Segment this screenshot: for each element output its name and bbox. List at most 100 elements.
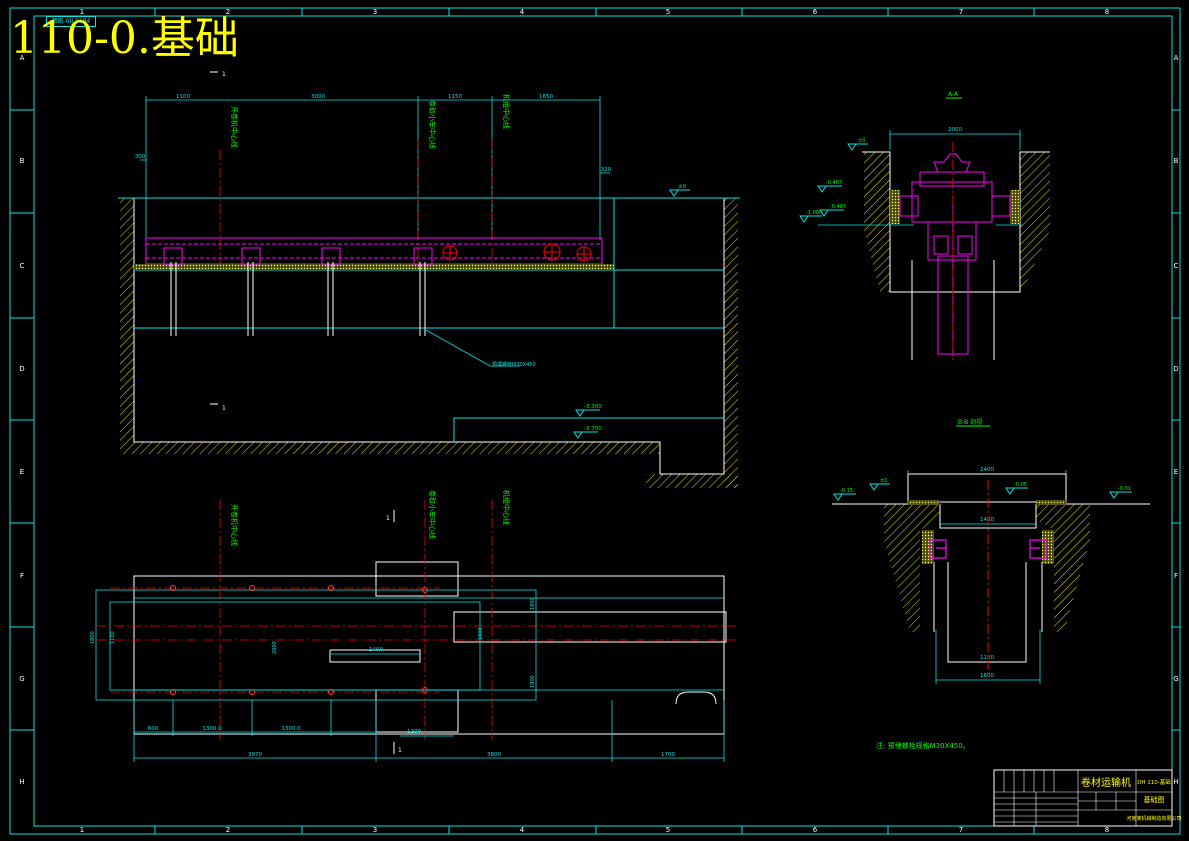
pit-hatch-step — [646, 474, 738, 488]
grid-row-right: C — [1174, 262, 1179, 270]
grid-row-left: D — [19, 365, 24, 373]
inner-frame — [33, 15, 1173, 827]
pit-hatch-left — [120, 198, 134, 442]
grid-row-left: B — [20, 157, 25, 165]
elev-low: -3.700 — [584, 426, 602, 432]
plan-dim-2: 1300.0 — [202, 726, 222, 732]
title-block: 卷材运输机 DH 110-基础 基础图 河南某机械制造有限公司 — [993, 769, 1182, 827]
drawing-title: 110-0.基础 — [10, 13, 239, 64]
bb-dim-inner-top: 1400 — [980, 517, 994, 523]
plan-view: 开卷机中心线 卷取小车中心线 机组中心线 600 1300.0 1300.0 3… — [90, 490, 736, 762]
grid-row-right: A — [1174, 54, 1179, 62]
plan-dim-inner: 1400 — [369, 647, 383, 653]
grid-col-top: 4 — [520, 8, 525, 16]
tb-company: 河南某机械制造有限公司 — [1126, 815, 1181, 822]
plan-vlabel-coil-car: 卷取小车中心线 — [428, 490, 437, 539]
plan-section-mark-top: 1 — [386, 515, 390, 522]
section-aa: A-A 2000 ±0 -0.487 -0.487 -1.000 — [799, 91, 1050, 360]
dim-top-1: 1100 — [176, 94, 190, 100]
grid-row-right: G — [1173, 675, 1178, 683]
grid-col-bottom: 8 — [1105, 826, 1109, 834]
grid-col-top: 5 — [666, 8, 670, 16]
drawing-sheet: 1 2 3 4 5 6 7 8 1 2 3 4 5 6 7 8 A B C D … — [9, 7, 1182, 835]
plan-vlabel-uncoiler: 开卷机中心线 — [230, 504, 239, 546]
dim-left: 300 — [135, 154, 146, 160]
aa-hatch-right — [1020, 152, 1050, 292]
vlabel-coil-car: 卷取小车中心线 — [428, 100, 437, 149]
plan-dim-6: 1700 — [661, 752, 675, 758]
grid-row-right: B — [1174, 157, 1179, 165]
grid-row-right: D — [1173, 365, 1178, 373]
plan-dim-left-2: 1100 — [110, 631, 116, 644]
section-mark-top: 1 — [222, 71, 226, 78]
aa-hatch-left — [864, 152, 890, 292]
plan-dim-mid-2: 1000 — [478, 627, 484, 640]
pit-hatch-bottom — [120, 442, 660, 454]
bb-elev-1: -0.15 — [840, 488, 853, 494]
pit-outline — [133, 198, 725, 475]
aa-elev-3: -0.487 — [830, 204, 846, 210]
section-bb-title: B-B 剖视 — [958, 418, 982, 426]
grid-col-bottom: 3 — [373, 826, 377, 834]
bb-hatch-left — [884, 504, 940, 632]
grid-col-top: 8 — [1105, 8, 1109, 16]
grid-col-top: 3 — [373, 8, 377, 16]
grid-col-bottom: 2 — [226, 826, 230, 834]
dim-top-4: 1650 — [539, 94, 553, 100]
tb-project: 卷材运输机 — [1081, 776, 1131, 789]
plan-dim-mid-4: 1900 — [530, 675, 536, 688]
grid-col-bottom: 7 — [959, 826, 963, 834]
grid-col-top: 7 — [959, 8, 963, 16]
plan-dim-mid-1: 2000 — [272, 641, 278, 654]
elevation-view: 1100 3000 1150 1650 300 320 开卷机中心线 卷取小车中… — [118, 71, 740, 488]
grid-row-left: F — [20, 572, 24, 580]
dim-top-2: 3000 — [311, 94, 325, 100]
elev-mid: -3.300 — [584, 404, 602, 410]
bolt-callout: 预埋螺栓M30X450 — [492, 361, 536, 368]
aa-elev-2: -0.487 — [826, 180, 842, 186]
grid-col-bottom: 4 — [520, 826, 525, 834]
tb-drawing-no: DH 110-基础 — [1137, 778, 1171, 786]
grid-row-left: G — [19, 675, 24, 683]
plan-dim-1: 600 — [148, 726, 159, 732]
drawing-note: 注: 预埋螺栓规格M30X450。 — [876, 741, 970, 750]
grid-row-left: E — [20, 468, 24, 476]
plan-dim-5: 3800 — [487, 752, 501, 758]
outer-frame — [9, 7, 1181, 835]
section-aa-title: A-A — [948, 91, 959, 98]
bolt-callout-leader — [425, 329, 520, 367]
vlabel-uncoiler: 开卷机中心线 — [230, 106, 239, 148]
bb-dim-inner-bottom: 1100 — [980, 655, 994, 661]
grid-ticks — [10, 8, 1180, 834]
plan-dim-left-1: 1800 — [90, 631, 96, 644]
grid-row-left: C — [20, 262, 25, 270]
grid-row-left: H — [19, 778, 24, 786]
grid-row-right: F — [1174, 572, 1178, 580]
conveyor-rail — [145, 237, 603, 265]
bb-elev-4: -0.01 — [1118, 486, 1131, 492]
grid-col-bottom: 5 — [666, 826, 670, 834]
bb-dim-bottom: 1600 — [980, 673, 994, 679]
grout-layer — [134, 264, 614, 270]
section-mark-bottom: 1 — [222, 405, 226, 412]
grid-row-right: E — [1174, 468, 1178, 476]
grid-col-bottom: 6 — [813, 826, 818, 834]
dim-right: 320 — [601, 167, 612, 173]
aa-elev-1: ±0 — [858, 138, 865, 144]
grid-col-bottom: 1 — [80, 826, 84, 834]
plan-dim-4: 3970 — [248, 752, 262, 758]
grid-col-top: 6 — [813, 8, 818, 16]
aa-elev-4: -1.000 — [806, 210, 822, 216]
dim-top-3: 1150 — [448, 94, 462, 100]
grid-row-right: H — [1173, 778, 1178, 786]
plan-dim-small: 1200 — [407, 729, 421, 735]
aa-dim-width: 2000 — [948, 127, 962, 133]
bb-hatch-right — [1036, 504, 1090, 632]
section-bb: B-B 剖视 2400 1400 1100 1600 -0.15 ±0 -0.0… — [832, 418, 1150, 684]
bb-elev-2: ±0 — [880, 478, 887, 484]
bb-elev-3: -0.05 — [1014, 482, 1027, 488]
bb-dim-top: 2400 — [980, 467, 994, 473]
grid-labels: 1 2 3 4 5 6 7 8 1 2 3 4 5 6 7 8 A B C D … — [19, 8, 1178, 834]
elev-top: ±0 — [678, 184, 687, 190]
plan-section-mark-bottom: 1 — [398, 747, 402, 754]
